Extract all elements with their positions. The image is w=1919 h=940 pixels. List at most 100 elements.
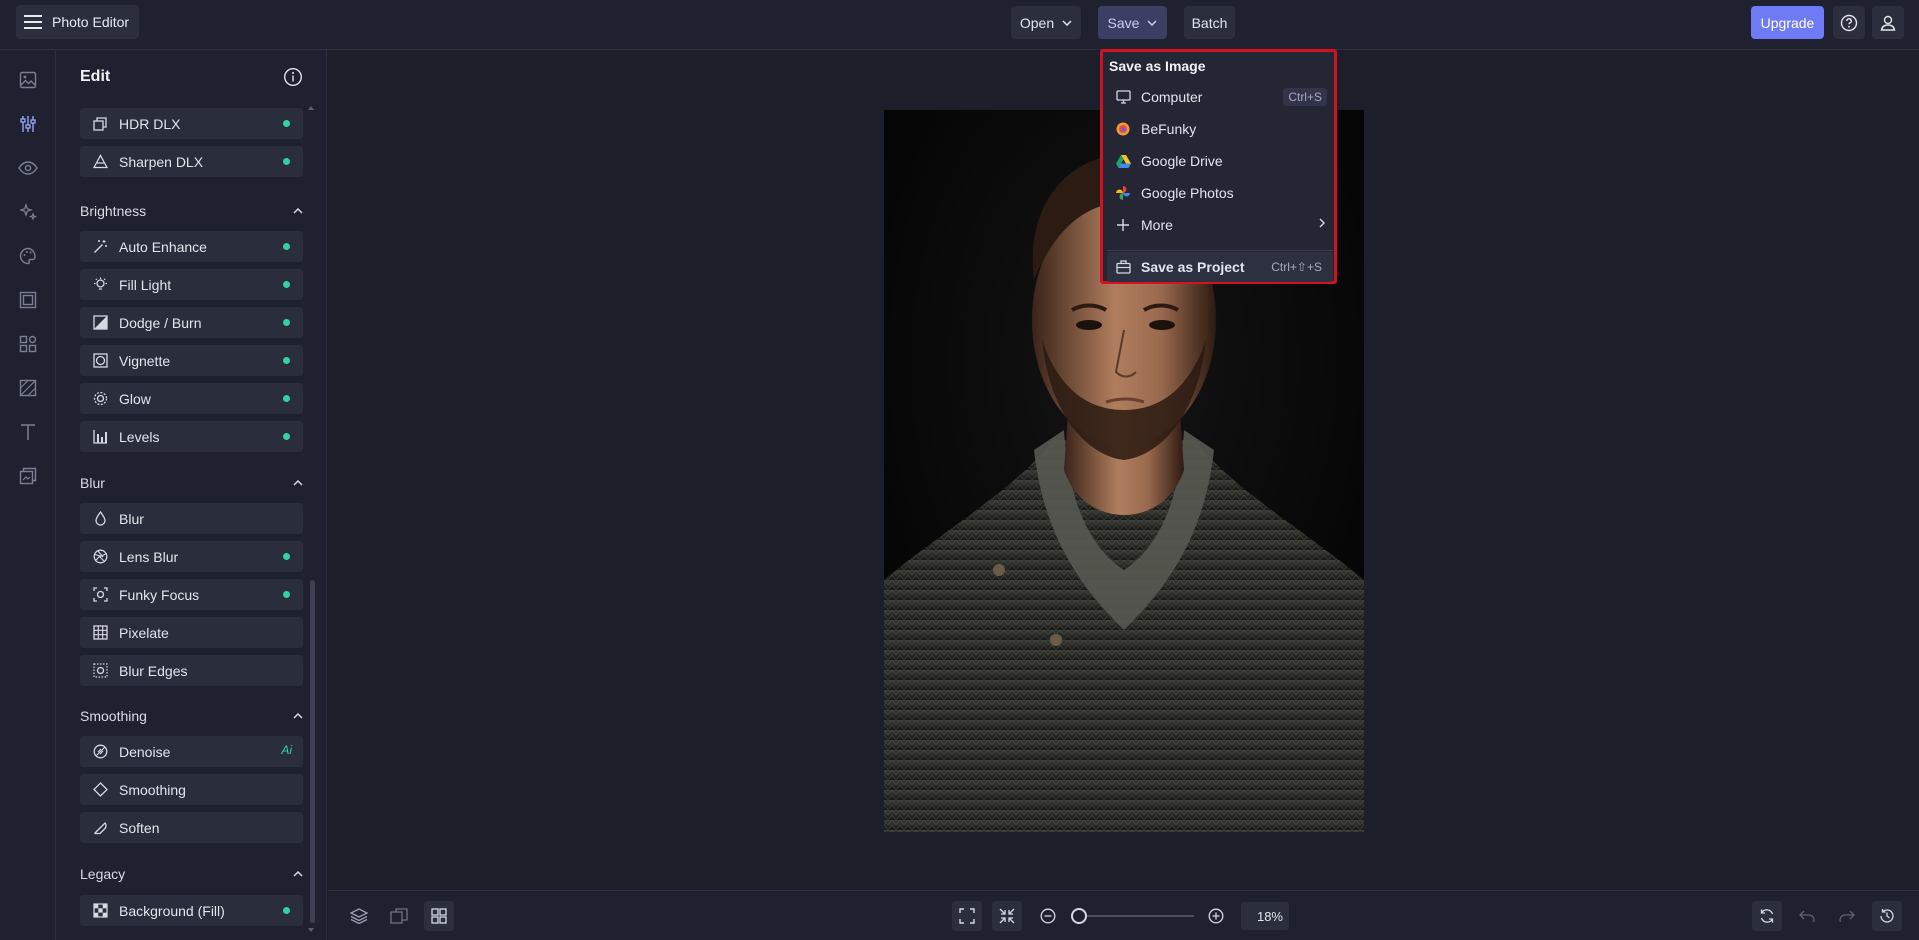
menu-divider (1107, 250, 1333, 251)
shapes-icon[interactable] (17, 333, 39, 355)
tool-soften[interactable]: Soften (80, 812, 303, 843)
panel-scrollbar-thumb[interactable] (310, 580, 315, 923)
frame-icon[interactable] (17, 289, 39, 311)
app-title: Photo Editor (52, 14, 130, 30)
tool-label: Sharpen DLX (119, 153, 204, 170)
expand-icon (959, 908, 975, 924)
zoom-out-button[interactable] (1033, 901, 1063, 931)
shortcut-badge: Ctrl+S (1283, 88, 1327, 106)
palette-icon[interactable] (17, 245, 39, 267)
bulb-icon (92, 277, 108, 293)
tool-blur-edges[interactable]: Blur Edges (80, 655, 303, 686)
account-button[interactable] (1872, 6, 1904, 39)
undo-button[interactable] (1792, 901, 1822, 931)
status-dot (283, 120, 290, 127)
grid-view-icon (431, 908, 447, 924)
shrink-icon (999, 908, 1015, 924)
tool-fill-light[interactable]: Fill Light (80, 269, 303, 300)
history-icon (1879, 908, 1895, 924)
tool-label: Levels (119, 428, 160, 445)
sharpen-icon (92, 154, 108, 170)
eye-icon[interactable] (17, 157, 39, 179)
dodge-burn-icon (92, 315, 108, 331)
tool-dodge-burn[interactable]: Dodge / Burn (80, 307, 303, 338)
sliders-icon[interactable] (17, 113, 39, 135)
tool-funky-focus[interactable]: Funky Focus (80, 579, 303, 610)
sync-icon (1759, 908, 1775, 924)
google-photos-icon (1115, 185, 1131, 201)
batch-button[interactable]: Batch (1184, 6, 1235, 39)
chevron-up-icon (293, 871, 303, 877)
section-blur[interactable]: Blur (80, 472, 303, 494)
actual-size-button[interactable] (992, 901, 1022, 931)
shortcut-badge: Ctrl+⇧+S (1271, 260, 1322, 274)
upgrade-button[interactable]: Upgrade (1751, 6, 1824, 39)
tool-blur[interactable]: Blur (80, 503, 303, 534)
zoom-slider[interactable] (1079, 915, 1194, 917)
layers-button[interactable] (344, 901, 374, 931)
status-dot (283, 553, 290, 560)
zoom-value[interactable]: 18% (1241, 902, 1289, 930)
tool-background-fill[interactable]: Background (Fill) (80, 895, 303, 926)
text-icon[interactable] (17, 421, 39, 443)
layers-icon[interactable] (17, 465, 39, 487)
tool-levels[interactable]: Levels (80, 421, 303, 452)
sparkle-icon[interactable] (17, 201, 39, 223)
hdr-icon (92, 116, 108, 132)
tool-smoothing[interactable]: Smoothing (80, 774, 303, 805)
section-brightness[interactable]: Brightness (80, 200, 303, 222)
image-icon[interactable] (17, 69, 39, 91)
save-computer-item[interactable]: Computer Ctrl+S (1107, 82, 1333, 112)
save-button[interactable]: Save (1098, 6, 1167, 39)
tool-label: Blur Edges (119, 662, 188, 679)
info-icon[interactable] (283, 67, 303, 87)
panel-title: Edit (80, 68, 111, 85)
app-menu-button[interactable]: Photo Editor (16, 5, 139, 39)
chevron-up-icon (293, 713, 303, 719)
vignette-icon (92, 353, 108, 369)
fit-screen-button[interactable] (952, 901, 982, 931)
chevron-down-icon (1062, 19, 1072, 26)
save-more-item[interactable]: More (1107, 210, 1333, 240)
section-title: Legacy (80, 866, 126, 882)
tool-label: Denoise (119, 743, 171, 760)
open-button[interactable]: Open (1011, 6, 1081, 39)
zoom-out-icon (1040, 908, 1056, 924)
save-label: Save (1107, 14, 1140, 31)
tool-pixelate[interactable]: Pixelate (80, 617, 303, 648)
zoom-in-button[interactable] (1201, 901, 1231, 931)
menu-item-label: Google Drive (1141, 153, 1223, 169)
save-befunky-item[interactable]: BeFunky (1107, 114, 1333, 144)
edit-panel: Edit HDR DLX Sharpen DLX Brightness Auto… (56, 50, 327, 940)
tool-label: Fill Light (119, 276, 172, 293)
history-button[interactable] (1872, 901, 1902, 931)
denoise-icon (92, 744, 108, 760)
tool-hdr-dlx[interactable]: HDR DLX (80, 108, 303, 139)
texture-icon[interactable] (17, 377, 39, 399)
chevron-right-icon (1319, 218, 1325, 228)
section-legacy[interactable]: Legacy (80, 863, 303, 885)
batch-label: Batch (1191, 14, 1228, 31)
redo-button[interactable] (1832, 901, 1862, 931)
save-as-project-item[interactable]: Save as Project Ctrl+⇧+S (1107, 252, 1333, 282)
tool-denoise[interactable]: Denoise Ai (80, 736, 303, 767)
grid-view-button[interactable] (424, 901, 454, 931)
sync-button[interactable] (1752, 901, 1782, 931)
menu-item-label: BeFunky (1141, 121, 1197, 137)
section-smoothing[interactable]: Smoothing (80, 705, 303, 727)
section-title: Blur (80, 475, 105, 491)
save-google-photos-item[interactable]: Google Photos (1107, 178, 1333, 208)
help-button[interactable] (1833, 6, 1865, 39)
save-google-drive-item[interactable]: Google Drive (1107, 146, 1333, 176)
tool-glow[interactable]: Glow (80, 383, 303, 414)
blur-edges-icon (92, 663, 108, 679)
zoom-slider-knob[interactable] (1071, 908, 1087, 924)
tool-auto-enhance[interactable]: Auto Enhance (80, 231, 303, 262)
tool-label: Dodge / Burn (119, 314, 202, 331)
tool-vignette[interactable]: Vignette (80, 345, 303, 376)
tool-sharpen-dlx[interactable]: Sharpen DLX (80, 146, 303, 177)
tool-label: Lens Blur (119, 548, 179, 565)
compare-button[interactable] (384, 901, 414, 931)
tool-lens-blur[interactable]: Lens Blur (80, 541, 303, 572)
tool-label: Soften (119, 819, 160, 836)
